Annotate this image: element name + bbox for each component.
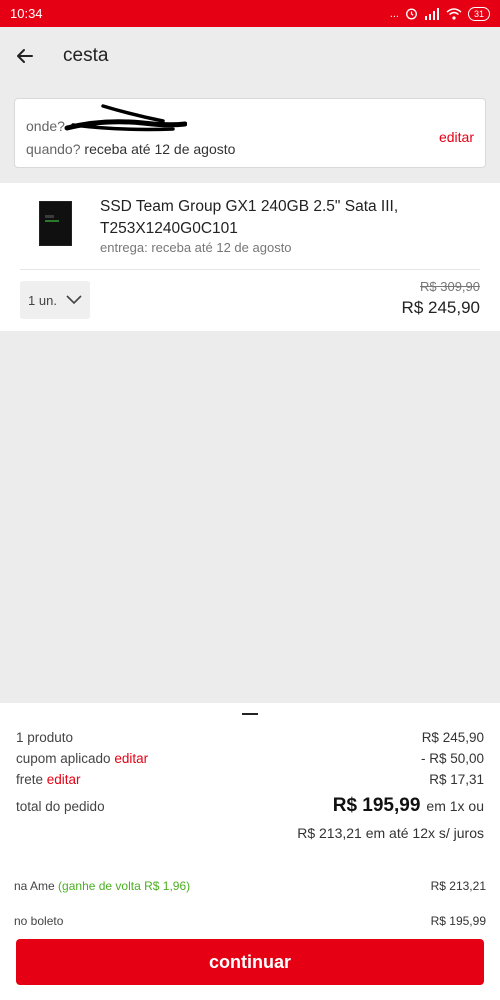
- total-line: R$ 195,99 em 1x ou: [333, 795, 484, 817]
- item-divider: [20, 269, 480, 270]
- redacted-address-scribble: [64, 104, 187, 132]
- battery-icon: 31: [467, 6, 490, 21]
- total-value: R$ 195,99: [332, 795, 421, 816]
- delivery-when: quando? receba até 12 de agosto: [26, 141, 235, 157]
- quantity-value: 1 un.: [28, 292, 57, 308]
- boleto-value: R$ 195,99: [430, 914, 486, 928]
- delivery-card[interactable]: onde? quando? receba até 12 de agosto ed…: [14, 98, 486, 168]
- back-button[interactable]: [3, 34, 47, 78]
- summary-row-shipping: frete editar R$ 17,31: [16, 772, 484, 787]
- product-name[interactable]: SSD Team Group GX1 240GB 2.5" Sata III, …: [100, 196, 470, 240]
- wifi-icon: [446, 7, 462, 20]
- chevron-down-icon: [66, 295, 82, 305]
- continue-button[interactable]: continuar: [16, 939, 484, 985]
- current-price: R$ 245,90: [401, 298, 480, 317]
- ame-label: na Ame: [14, 879, 55, 893]
- product-name-line-1: SSD Team Group GX1 240GB 2.5" Sata III,: [100, 198, 399, 215]
- edit-coupon-link[interactable]: editar: [114, 751, 148, 766]
- signal-icon: [424, 7, 439, 20]
- total-suffix: em 1x ou: [426, 798, 484, 814]
- payment-option-ame: na Ame (ganhe de volta R$ 1,96) R$ 213,2…: [14, 879, 486, 893]
- products-count-label: 1 produto: [16, 730, 74, 745]
- original-price: R$ 309,90: [420, 279, 480, 294]
- product-thumbnail[interactable]: [39, 201, 72, 246]
- delivery-where-label: onde?: [26, 118, 65, 134]
- delivery-when-label: quando?: [26, 141, 81, 157]
- delivery-when-value: receba até 12 de agosto: [84, 141, 236, 157]
- ame-cashback: (ganhe de volta R$ 1,96): [58, 879, 191, 893]
- notification-dots-icon: ...: [389, 7, 399, 20]
- status-time: 10:34: [10, 6, 43, 21]
- back-arrow-icon: [17, 49, 33, 63]
- app-bar: cesta: [0, 27, 500, 85]
- order-summary: 1 produto R$ 245,90 cupom aplicado edita…: [0, 703, 500, 1000]
- installments-text: R$ 213,21 em até 12x s/ juros: [297, 825, 484, 841]
- alarm-icon: [406, 8, 417, 20]
- total-label: total do pedido: [16, 799, 105, 814]
- status-icons: ... 31: [389, 6, 490, 21]
- boleto-label: no boleto: [14, 914, 64, 928]
- cart-item: SSD Team Group GX1 240GB 2.5" Sata III, …: [0, 183, 500, 331]
- page-title: cesta: [63, 45, 109, 66]
- edit-delivery-link[interactable]: editar: [439, 129, 474, 145]
- ame-value: R$ 213,21: [430, 879, 486, 893]
- sheet-handle[interactable]: [242, 713, 258, 715]
- summary-row-coupon: cupom aplicado editar - R$ 50,00: [16, 751, 484, 766]
- status-bar: 10:34 ... 31: [0, 0, 500, 27]
- shipping-label: frete: [16, 772, 44, 787]
- product-delivery-estimate: entrega: receba até 12 de agosto: [100, 240, 292, 255]
- quantity-select[interactable]: 1 un.: [20, 281, 90, 319]
- summary-row-products: 1 produto R$ 245,90: [16, 730, 484, 745]
- shipping-value: R$ 17,31: [429, 772, 484, 787]
- edit-shipping-link[interactable]: editar: [47, 772, 81, 787]
- product-name-line-2: T253X1240G0C101: [100, 220, 238, 237]
- products-subtotal: R$ 245,90: [421, 730, 484, 745]
- coupon-label: cupom aplicado: [16, 751, 111, 766]
- coupon-discount: - R$ 50,00: [420, 751, 484, 766]
- payment-option-boleto: no boleto R$ 195,99: [14, 914, 486, 928]
